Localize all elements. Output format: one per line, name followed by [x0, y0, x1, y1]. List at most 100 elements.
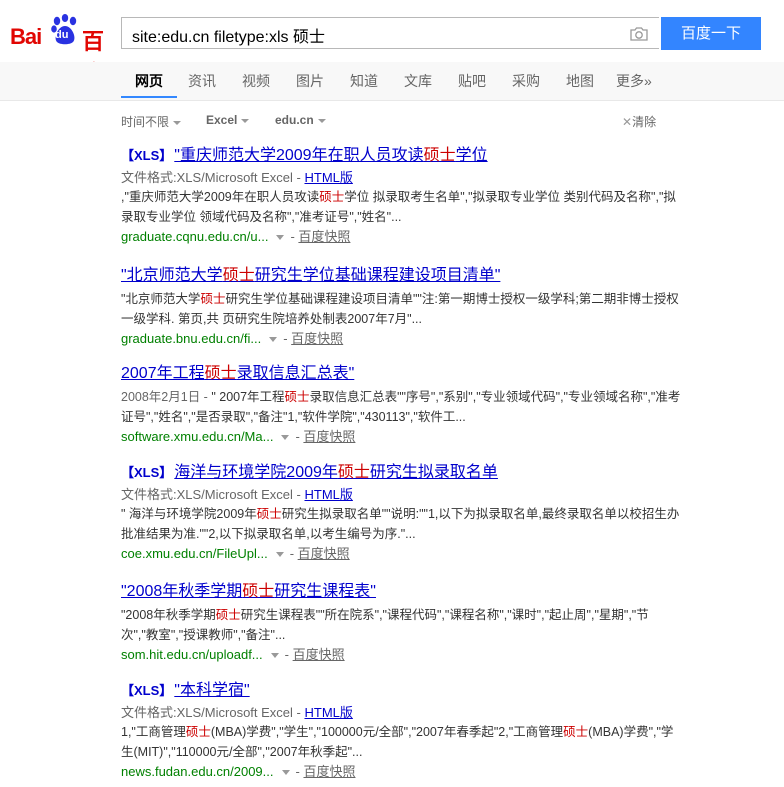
- snapshot-link[interactable]: 百度快照: [298, 546, 350, 561]
- camera-icon[interactable]: [629, 26, 649, 42]
- filter-type[interactable]: Excel: [206, 113, 250, 127]
- tab-news[interactable]: 资讯: [188, 71, 216, 91]
- title-text: "重庆师范大学2009年在职人员攻读: [174, 147, 424, 164]
- title-text: 研究生课程表": [274, 583, 376, 600]
- title-text: 学位: [455, 147, 488, 164]
- filter-time-label: 时间不限: [121, 115, 170, 129]
- url-text[interactable]: news.fudan.edu.cn/2009...: [121, 764, 274, 779]
- tab-more[interactable]: 更多»: [616, 71, 652, 91]
- result-item: 【XLS】 "本科学宿" 文件格式:XLS/Microsoft Excel - H…: [121, 681, 681, 782]
- logo-bai-text: Bai: [10, 24, 42, 49]
- result-date: 2008年2月1日 -: [121, 390, 212, 404]
- result-url: software.xmu.edu.cn/Ma... - 百度快照: [121, 429, 356, 444]
- logo-du-text: du: [55, 29, 69, 41]
- tab-tieba[interactable]: 贴吧: [458, 71, 486, 91]
- nav-tabs: 网页 资讯 视频 图片 知道 文库 贴吧 采购 地图 更多»: [0, 62, 784, 101]
- search-button[interactable]: 百度一下: [661, 17, 761, 50]
- dropdown-arrow-icon[interactable]: [275, 552, 284, 558]
- tab-wenku[interactable]: 文库: [404, 71, 432, 91]
- file-type-tag: 【XLS】: [121, 683, 173, 698]
- result-abstract: ,"重庆师范大学2009年在职人员攻读硕士学位 拟录取考生名单","拟录取专业学…: [121, 190, 676, 224]
- file-type-tag: 【XLS】: [121, 465, 173, 480]
- header: Bai du 百度 百度一下: [0, 0, 784, 86]
- result-url: som.hit.edu.cn/uploadf... - 百度快照: [121, 647, 345, 662]
- dropdown-arrow-icon[interactable]: [276, 235, 285, 241]
- search-filters: 时间不限 Excel edu.cn ✕清除: [0, 110, 784, 132]
- html-version-link[interactable]: HTML版: [304, 487, 352, 502]
- title-text: 研究生拟录取名单: [369, 464, 498, 481]
- filter-site-label: edu.cn: [275, 113, 314, 127]
- title-text: 研究生学位基础课程建设项目清单": [254, 267, 501, 284]
- tab-web[interactable]: 网页: [135, 71, 163, 91]
- search-input[interactable]: [130, 23, 614, 47]
- result-item: 2007年工程硕士录取信息汇总表" 2008年2月1日 - " 2007年工程硕…: [121, 364, 681, 447]
- title-text: "本科学宿": [174, 682, 250, 699]
- result-url: graduate.cqnu.edu.cn/u... - 百度快照: [121, 229, 351, 244]
- title-highlight: 硕士: [242, 583, 275, 600]
- result-title[interactable]: 2007年工程硕士录取信息汇总表": [121, 364, 681, 384]
- result-title[interactable]: "北京师范大学硕士研究生学位基础课程建设项目清单": [121, 266, 681, 286]
- tab-caigou[interactable]: 采购: [512, 71, 540, 91]
- title-highlight: 硕士: [222, 267, 255, 284]
- result-url: coe.xmu.edu.cn/FileUpl... - 百度快照: [121, 546, 350, 561]
- url-text[interactable]: graduate.bnu.edu.cn/fi...: [121, 331, 261, 346]
- result-abstract: "2008年秋季学期硕士研究生课程表""所在院系","课程代码","课程名称",…: [121, 608, 649, 642]
- title-highlight: 硕士: [423, 147, 456, 164]
- title-highlight: 硕士: [337, 464, 370, 481]
- clear-label: 清除: [632, 115, 657, 129]
- result-item: 【XLS】 海洋与环境学院2009年硕士研究生拟录取名单 文件格式:XLS/Mic…: [121, 463, 681, 564]
- title-text: 海洋与环境学院2009年: [174, 464, 338, 481]
- dropdown-arrow-icon[interactable]: [281, 770, 290, 776]
- tab-images[interactable]: 图片: [296, 71, 324, 91]
- filter-time[interactable]: 时间不限: [121, 113, 182, 130]
- snapshot-link[interactable]: 百度快照: [293, 647, 345, 662]
- result-title[interactable]: 【XLS】 "本科学宿": [121, 681, 681, 701]
- snapshot-link[interactable]: 百度快照: [298, 229, 350, 244]
- result-abstract: 1,"工商管理硕士(MBA)学费","学生","100000元/全部","200…: [121, 725, 674, 759]
- clear-filters-button[interactable]: ✕清除: [622, 113, 656, 130]
- file-format: 文件格式:XLS/Microsoft Excel - HTML版: [121, 169, 681, 187]
- result-item: 【XLS】 "重庆师范大学2009年在职人员攻读硕士学位 文件格式:XLS/Mic…: [121, 146, 681, 247]
- tab-video[interactable]: 视频: [242, 71, 270, 91]
- snapshot-link[interactable]: 百度快照: [303, 429, 355, 444]
- result-title[interactable]: 【XLS】 海洋与环境学院2009年硕士研究生拟录取名单: [121, 463, 681, 483]
- result-abstract: 2008年2月1日 - " 2007年工程硕士录取信息汇总表""序号","系别"…: [121, 390, 681, 424]
- title-text: "2008年秋季学期: [121, 583, 243, 600]
- search-box: [121, 17, 659, 49]
- close-icon: ✕: [622, 115, 633, 129]
- file-format: 文件格式:XLS/Microsoft Excel - HTML版: [121, 486, 681, 504]
- url-text[interactable]: coe.xmu.edu.cn/FileUpl...: [121, 546, 268, 561]
- dropdown-arrow-icon[interactable]: [281, 435, 290, 441]
- filter-site[interactable]: edu.cn: [275, 113, 326, 127]
- url-text[interactable]: graduate.cqnu.edu.cn/u...: [121, 229, 268, 244]
- url-text[interactable]: software.xmu.edu.cn/Ma...: [121, 429, 273, 444]
- baidu-logo[interactable]: Bai du 百度: [10, 14, 114, 86]
- snapshot-link[interactable]: 百度快照: [291, 331, 343, 346]
- result-url: news.fudan.edu.cn/2009... - 百度快照: [121, 764, 356, 779]
- dropdown-arrow-icon[interactable]: [270, 653, 279, 659]
- result-abstract: " 海洋与环境学院2009年硕士研究生拟录取名单""说明:""1,以下为拟录取名…: [121, 507, 680, 541]
- tab-map[interactable]: 地图: [566, 71, 594, 91]
- filter-type-label: Excel: [206, 113, 238, 127]
- result-title[interactable]: 【XLS】 "重庆师范大学2009年在职人员攻读硕士学位: [121, 146, 681, 166]
- file-type-tag: 【XLS】: [121, 148, 173, 163]
- html-version-link[interactable]: HTML版: [304, 705, 352, 720]
- result-title[interactable]: "2008年秋季学期硕士研究生课程表": [121, 582, 681, 602]
- format-label: 文件格式:XLS/Microsoft Excel -: [121, 170, 305, 185]
- title-highlight: 硕士: [204, 365, 237, 382]
- title-text: 2007年工程: [121, 365, 205, 382]
- tab-zhidao[interactable]: 知道: [350, 71, 378, 91]
- url-text[interactable]: som.hit.edu.cn/uploadf...: [121, 647, 263, 662]
- active-tab-underline: [121, 96, 177, 98]
- title-text: "北京师范大学: [121, 267, 223, 284]
- snapshot-link[interactable]: 百度快照: [303, 764, 355, 779]
- chevron-down-icon: [241, 118, 250, 123]
- html-version-link[interactable]: HTML版: [304, 170, 352, 185]
- title-text: 录取信息汇总表": [236, 365, 355, 382]
- format-label: 文件格式:XLS/Microsoft Excel -: [121, 705, 305, 720]
- chevron-down-icon: [317, 118, 326, 123]
- dropdown-arrow-icon[interactable]: [269, 337, 278, 343]
- result-item: "北京师范大学硕士研究生学位基础课程建设项目清单" "北京师范大学硕士研究生学位…: [121, 266, 681, 349]
- result-item: "2008年秋季学期硕士研究生课程表" "2008年秋季学期硕士研究生课程表""…: [121, 582, 681, 665]
- file-format: 文件格式:XLS/Microsoft Excel - HTML版: [121, 704, 681, 722]
